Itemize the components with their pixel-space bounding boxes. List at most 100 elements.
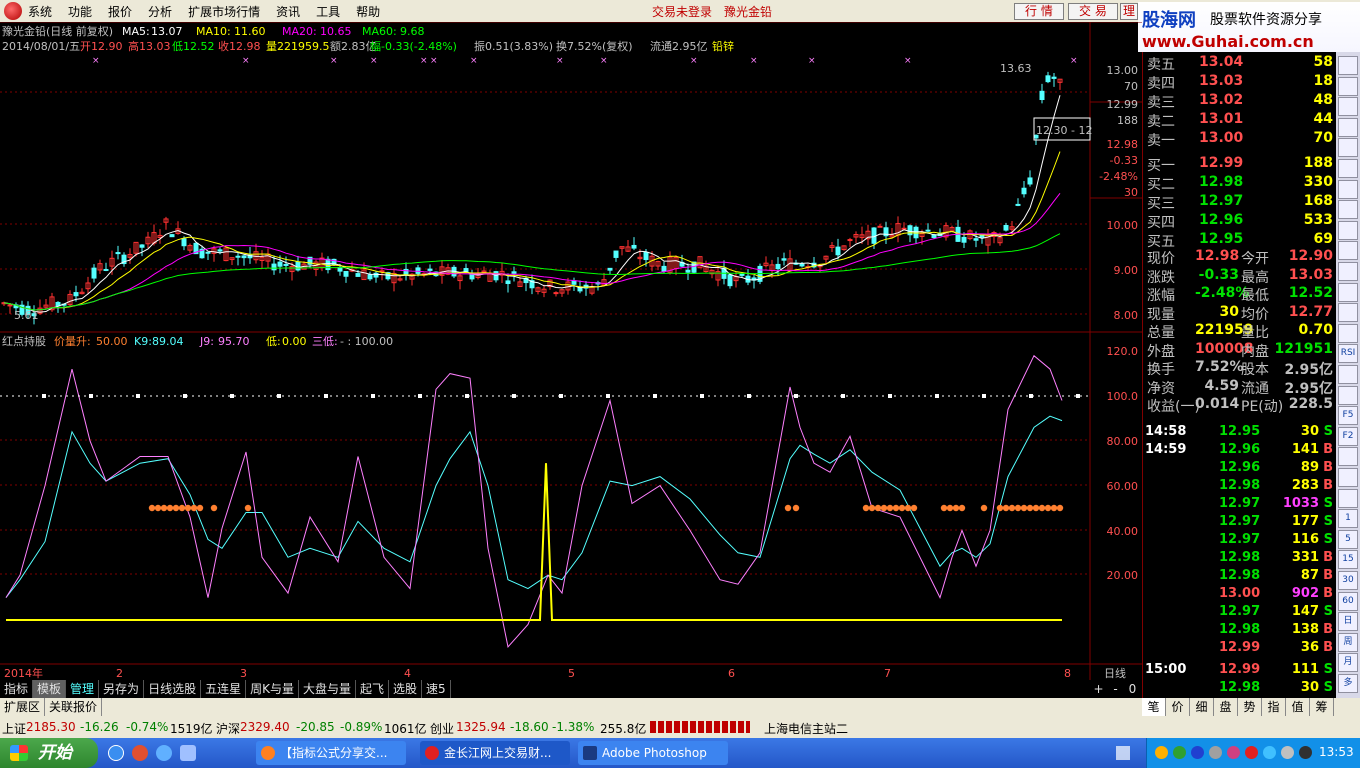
tray-security-icon[interactable] bbox=[1173, 746, 1186, 759]
toolstrip-button[interactable] bbox=[1338, 76, 1358, 96]
toolstrip-button[interactable]: 15 bbox=[1338, 550, 1358, 570]
taskbar-item-photoshop[interactable]: Adobe Photoshop bbox=[578, 741, 728, 765]
signal-marker: × bbox=[92, 56, 100, 66]
ref-marker bbox=[42, 394, 46, 398]
tab-chips[interactable]: 筹 bbox=[1310, 698, 1334, 716]
tab-daily-pick[interactable]: 日线选股 bbox=[144, 680, 202, 698]
zoom-reset-button[interactable]: 0 bbox=[1124, 680, 1141, 698]
keyboard-icon[interactable] bbox=[1116, 746, 1130, 760]
toolstrip-button[interactable]: F2 bbox=[1338, 426, 1358, 446]
tray-network-icon[interactable] bbox=[1209, 746, 1222, 759]
tray-im-icon[interactable] bbox=[1263, 746, 1276, 759]
toolstrip-button[interactable] bbox=[1338, 200, 1358, 220]
tray-display-icon[interactable] bbox=[1299, 746, 1312, 759]
trade-button[interactable]: 交 易 bbox=[1068, 3, 1118, 20]
login-warning[interactable]: 交易未登录 bbox=[652, 3, 712, 20]
tab-stock-pick[interactable]: 选股 bbox=[389, 680, 423, 698]
app-quick-icon[interactable] bbox=[132, 745, 148, 761]
tray-chat-icon[interactable] bbox=[1227, 746, 1240, 759]
menu-quote[interactable]: 报价 bbox=[108, 3, 132, 20]
menu-system[interactable]: 系统 bbox=[28, 3, 52, 20]
tab-manage[interactable]: 管理 bbox=[66, 680, 100, 698]
toolstrip-button[interactable]: 5 bbox=[1338, 529, 1358, 549]
menu-tools[interactable]: 工具 bbox=[316, 3, 340, 20]
start-button[interactable]: 开始 bbox=[0, 738, 98, 768]
quote-button[interactable]: 行 情 bbox=[1014, 3, 1064, 20]
tray-app-icon[interactable] bbox=[1155, 746, 1168, 759]
quote-label: 现量 bbox=[1147, 306, 1175, 323]
toolstrip-button[interactable] bbox=[1338, 179, 1358, 199]
taskbar-item-trading[interactable]: 金长江网上交易财... bbox=[420, 741, 570, 765]
menu-analysis[interactable]: 分析 bbox=[148, 3, 172, 20]
toolstrip-button[interactable] bbox=[1338, 488, 1358, 508]
toolstrip-button[interactable] bbox=[1338, 159, 1358, 178]
period-label[interactable]: 日线 bbox=[1104, 666, 1126, 680]
toolstrip-button[interactable] bbox=[1338, 282, 1358, 302]
toolstrip-button[interactable]: RSI bbox=[1338, 344, 1358, 364]
zoom-out-button[interactable]: - bbox=[1107, 680, 1124, 698]
toolstrip-button[interactable] bbox=[1338, 365, 1358, 384]
toolstrip-button[interactable] bbox=[1338, 262, 1358, 281]
axis-tick: 188 bbox=[1117, 114, 1138, 127]
kline-chart[interactable]: × × × × × × × × × × × × × × 豫光金铅(日线 前复权) MA5: 13.07 M… bbox=[0, 22, 1142, 680]
toolstrip-button[interactable] bbox=[1338, 241, 1358, 261]
toolstrip-button[interactable] bbox=[1338, 220, 1358, 240]
desktop-quick-icon[interactable] bbox=[180, 745, 196, 761]
toolstrip-button[interactable]: 1 bbox=[1338, 509, 1358, 529]
tab-trend[interactable]: 势 bbox=[1238, 698, 1262, 716]
tab-speed5[interactable]: 速5 bbox=[422, 680, 451, 698]
toolstrip-button[interactable] bbox=[1338, 447, 1358, 467]
toolstrip-button[interactable] bbox=[1338, 117, 1358, 137]
tick-side: S bbox=[1323, 514, 1333, 529]
toolstrip-button[interactable] bbox=[1338, 56, 1358, 75]
toolstrip-button[interactable] bbox=[1338, 97, 1358, 117]
tray-volume-icon[interactable] bbox=[1281, 746, 1294, 759]
tab-indicator[interactable]: 指标 bbox=[0, 680, 34, 698]
tab-five-stars[interactable]: 五连星 bbox=[201, 680, 247, 698]
zoom-in-button[interactable]: + bbox=[1090, 680, 1107, 698]
tab-market-volume[interactable]: 大盘与量 bbox=[298, 680, 356, 698]
server-name[interactable]: 上海电信主站二 bbox=[764, 720, 848, 737]
toolstrip-button[interactable]: 30 bbox=[1338, 571, 1358, 590]
menu-news[interactable]: 资讯 bbox=[276, 3, 300, 20]
tab-detail[interactable]: 细 bbox=[1190, 698, 1214, 716]
menu-extended-market[interactable]: 扩展市场行情 bbox=[188, 3, 260, 20]
ind-axis-tick: 40.00 bbox=[1107, 525, 1139, 538]
tab-value[interactable]: 值 bbox=[1286, 698, 1310, 716]
browser-quick-icon[interactable] bbox=[156, 745, 172, 761]
info-sector[interactable]: 铅锌 bbox=[712, 39, 734, 53]
tray-alert-icon[interactable] bbox=[1245, 746, 1258, 759]
tray-antivirus-icon[interactable] bbox=[1191, 746, 1204, 759]
toolstrip-button[interactable]: F5 bbox=[1338, 406, 1358, 426]
more-button[interactable]: 理 bbox=[1120, 3, 1138, 20]
toolstrip-button[interactable]: 60 bbox=[1338, 591, 1358, 611]
toolstrip-button[interactable]: 多 bbox=[1338, 674, 1358, 693]
menu-help[interactable]: 帮助 bbox=[356, 3, 380, 20]
toolstrip-button[interactable] bbox=[1338, 468, 1358, 487]
tab-ticks[interactable]: 笔 bbox=[1142, 698, 1166, 716]
toolstrip-button[interactable] bbox=[1338, 323, 1358, 343]
ie-icon[interactable] bbox=[108, 745, 124, 761]
stock-link[interactable]: 豫光金铅 bbox=[724, 3, 772, 20]
tab-book[interactable]: 盘 bbox=[1214, 698, 1238, 716]
toolstrip-button[interactable]: 月 bbox=[1338, 653, 1358, 673]
toolstrip-button[interactable] bbox=[1338, 303, 1358, 323]
tab-related-quotes[interactable]: 关联报价 bbox=[45, 698, 103, 716]
candle-body bbox=[1039, 90, 1045, 101]
tab-extension-area[interactable]: 扩展区 bbox=[0, 698, 46, 716]
indicator-name[interactable]: 红点持股 bbox=[2, 334, 46, 348]
toolstrip-button[interactable] bbox=[1338, 138, 1358, 158]
tab-weekly-k[interactable]: 周K与量 bbox=[246, 680, 299, 698]
ask-row: 卖五 13.04 58 bbox=[1143, 54, 1337, 73]
toolstrip-button[interactable]: 日 bbox=[1338, 612, 1358, 632]
taskbar-item-forum[interactable]: 【指标公式分享交... bbox=[256, 741, 406, 765]
candle-body bbox=[775, 263, 781, 270]
menu-function[interactable]: 功能 bbox=[68, 3, 92, 20]
tab-index[interactable]: 指 bbox=[1262, 698, 1286, 716]
tab-price[interactable]: 价 bbox=[1166, 698, 1190, 716]
toolstrip-button[interactable]: 周 bbox=[1338, 632, 1358, 652]
toolstrip-button[interactable] bbox=[1338, 385, 1358, 405]
tab-takeoff[interactable]: 起飞 bbox=[355, 680, 389, 698]
tab-template[interactable]: 模板 bbox=[33, 680, 67, 698]
tab-save-as[interactable]: 另存为 bbox=[99, 680, 145, 698]
